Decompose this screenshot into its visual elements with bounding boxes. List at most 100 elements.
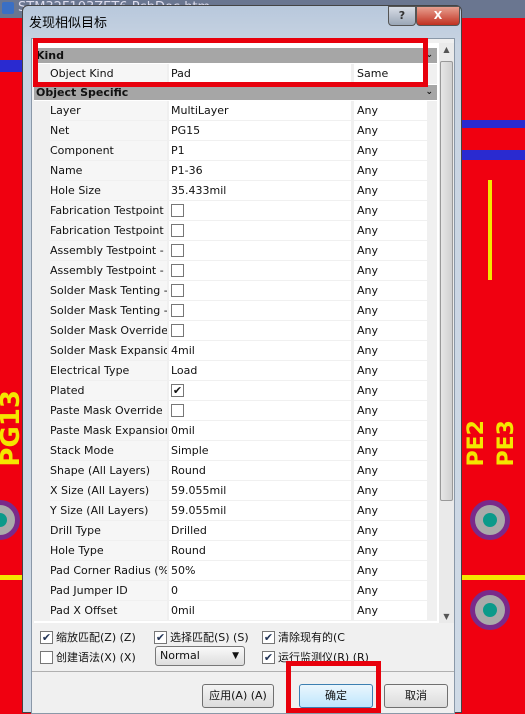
- clear-existing-checkbox[interactable]: ✔ 清除现有的(C: [262, 629, 345, 645]
- mask-mode-select[interactable]: Normal ▼: [155, 646, 245, 666]
- property-row[interactable]: Layer MultiLayer Any: [34, 101, 437, 121]
- property-row[interactable]: Assembly Testpoint - Bottom Any: [34, 261, 437, 281]
- property-value[interactable]: 59.055mil: [169, 501, 351, 520]
- property-match[interactable]: Any: [354, 281, 427, 300]
- property-checkbox[interactable]: [171, 303, 184, 317]
- property-match[interactable]: Any: [354, 401, 427, 420]
- property-match[interactable]: Any: [354, 381, 427, 400]
- property-match[interactable]: Any: [354, 421, 427, 440]
- property-row[interactable]: Paste Mask Override Any: [34, 401, 437, 421]
- property-value[interactable]: Drilled: [169, 521, 351, 540]
- property-row[interactable]: Y Size (All Layers) 59.055mil Any: [34, 501, 437, 521]
- apply-button[interactable]: 应用(A) (A): [202, 684, 274, 708]
- property-row[interactable]: Solder Mask Tenting - Top Any: [34, 281, 437, 301]
- property-row[interactable]: Pad X Offset 0mil Any: [34, 601, 437, 621]
- property-row[interactable]: Hole Type Round Any: [34, 541, 437, 561]
- property-row[interactable]: Net PG15 Any: [34, 121, 437, 141]
- property-match[interactable]: Any: [354, 261, 427, 280]
- property-match[interactable]: Any: [354, 201, 427, 220]
- property-match[interactable]: Any: [354, 141, 427, 160]
- property-value[interactable]: Round: [169, 461, 351, 480]
- property-checkbox[interactable]: [171, 403, 184, 417]
- property-row[interactable]: Solder Mask Tenting - Bottom Any: [34, 301, 437, 321]
- property-value[interactable]: [169, 301, 351, 320]
- property-value[interactable]: [169, 321, 351, 340]
- property-row[interactable]: Fabrication Testpoint - Bottom Any: [34, 221, 437, 241]
- property-match[interactable]: Any: [354, 561, 427, 580]
- property-value[interactable]: Load: [169, 361, 351, 380]
- property-value[interactable]: [169, 241, 351, 260]
- property-value[interactable]: MultiLayer: [169, 101, 351, 120]
- property-checkbox[interactable]: [171, 263, 184, 277]
- property-match[interactable]: Any: [354, 181, 427, 200]
- property-row[interactable]: Component P1 Any: [34, 141, 437, 161]
- property-row[interactable]: Assembly Testpoint - Top Any: [34, 241, 437, 261]
- property-value[interactable]: 50%: [169, 561, 351, 580]
- property-match[interactable]: Any: [354, 221, 427, 240]
- property-match[interactable]: Any: [354, 101, 427, 120]
- property-value[interactable]: Round: [169, 541, 351, 560]
- property-match[interactable]: Any: [354, 121, 427, 140]
- help-button[interactable]: ?: [388, 6, 416, 26]
- property-value[interactable]: 35.433mil: [169, 181, 351, 200]
- property-row[interactable]: Pad Jumper ID 0 Any: [34, 581, 437, 601]
- property-row[interactable]: Name P1-36 Any: [34, 161, 437, 181]
- create-expression-checkbox[interactable]: 创建语法(X) (X): [40, 649, 136, 665]
- vertical-scrollbar[interactable]: ▲ ▼: [439, 43, 454, 623]
- property-value[interactable]: P1: [169, 141, 351, 160]
- property-match[interactable]: Any: [354, 301, 427, 320]
- property-checkbox[interactable]: [171, 243, 184, 257]
- property-match[interactable]: Any: [354, 161, 427, 180]
- property-row[interactable]: Solder Mask Override Any: [34, 321, 437, 341]
- property-checkbox[interactable]: [171, 323, 184, 337]
- property-value[interactable]: PG15: [169, 121, 351, 140]
- property-row[interactable]: X Size (All Layers) 59.055mil Any: [34, 481, 437, 501]
- property-match[interactable]: Any: [354, 521, 427, 540]
- property-checkbox[interactable]: [171, 223, 184, 237]
- property-value[interactable]: 0mil: [169, 601, 351, 620]
- property-value[interactable]: [169, 401, 351, 420]
- property-row[interactable]: Paste Mask Expansion 0mil Any: [34, 421, 437, 441]
- property-row[interactable]: Plated ✔ Any: [34, 381, 437, 401]
- property-match[interactable]: Any: [354, 541, 427, 560]
- property-value[interactable]: [169, 281, 351, 300]
- property-checkbox[interactable]: ✔: [171, 383, 184, 397]
- property-match[interactable]: Any: [354, 341, 427, 360]
- property-match[interactable]: Any: [354, 461, 427, 480]
- property-value[interactable]: P1-36: [169, 161, 351, 180]
- property-value[interactable]: ✔: [169, 381, 351, 400]
- property-match[interactable]: Any: [354, 241, 427, 260]
- property-value[interactable]: 4mil: [169, 341, 351, 360]
- property-row[interactable]: Solder Mask Expansion 4mil Any: [34, 341, 437, 361]
- property-row[interactable]: Stack Mode Simple Any: [34, 441, 437, 461]
- property-row[interactable]: Electrical Type Load Any: [34, 361, 437, 381]
- property-match[interactable]: Any: [354, 581, 427, 600]
- property-match[interactable]: Any: [354, 481, 427, 500]
- scroll-up-icon[interactable]: ▲: [439, 45, 454, 54]
- property-match[interactable]: Any: [354, 601, 427, 620]
- collapse-icon[interactable]: ⌄: [425, 85, 433, 100]
- property-checkbox[interactable]: [171, 283, 184, 297]
- property-row[interactable]: Shape (All Layers) Round Any: [34, 461, 437, 481]
- scroll-thumb[interactable]: [440, 61, 453, 501]
- property-checkbox[interactable]: [171, 203, 184, 217]
- property-match[interactable]: Any: [354, 361, 427, 380]
- close-button[interactable]: X: [416, 6, 460, 26]
- cancel-button[interactable]: 取消: [384, 684, 448, 708]
- property-value[interactable]: 0mil: [169, 421, 351, 440]
- zoom-matching-checkbox[interactable]: ✔ 缩放匹配(Z) (Z): [40, 629, 136, 645]
- property-row[interactable]: Drill Type Drilled Any: [34, 521, 437, 541]
- property-row[interactable]: Hole Size 35.433mil Any: [34, 181, 437, 201]
- property-value[interactable]: [169, 261, 351, 280]
- property-value[interactable]: 59.055mil: [169, 481, 351, 500]
- property-row[interactable]: Fabrication Testpoint - Top Any: [34, 201, 437, 221]
- property-row[interactable]: Pad Corner Radius (%) 50% Any: [34, 561, 437, 581]
- property-match[interactable]: Any: [354, 321, 427, 340]
- property-value[interactable]: Simple: [169, 441, 351, 460]
- section-header[interactable]: Object Specific ⌄: [34, 85, 437, 100]
- select-matching-checkbox[interactable]: ✔ 选择匹配(S) (S): [154, 629, 249, 645]
- property-value[interactable]: 0: [169, 581, 351, 600]
- scroll-down-icon[interactable]: ▼: [439, 612, 454, 621]
- property-value[interactable]: [169, 221, 351, 240]
- property-value[interactable]: [169, 201, 351, 220]
